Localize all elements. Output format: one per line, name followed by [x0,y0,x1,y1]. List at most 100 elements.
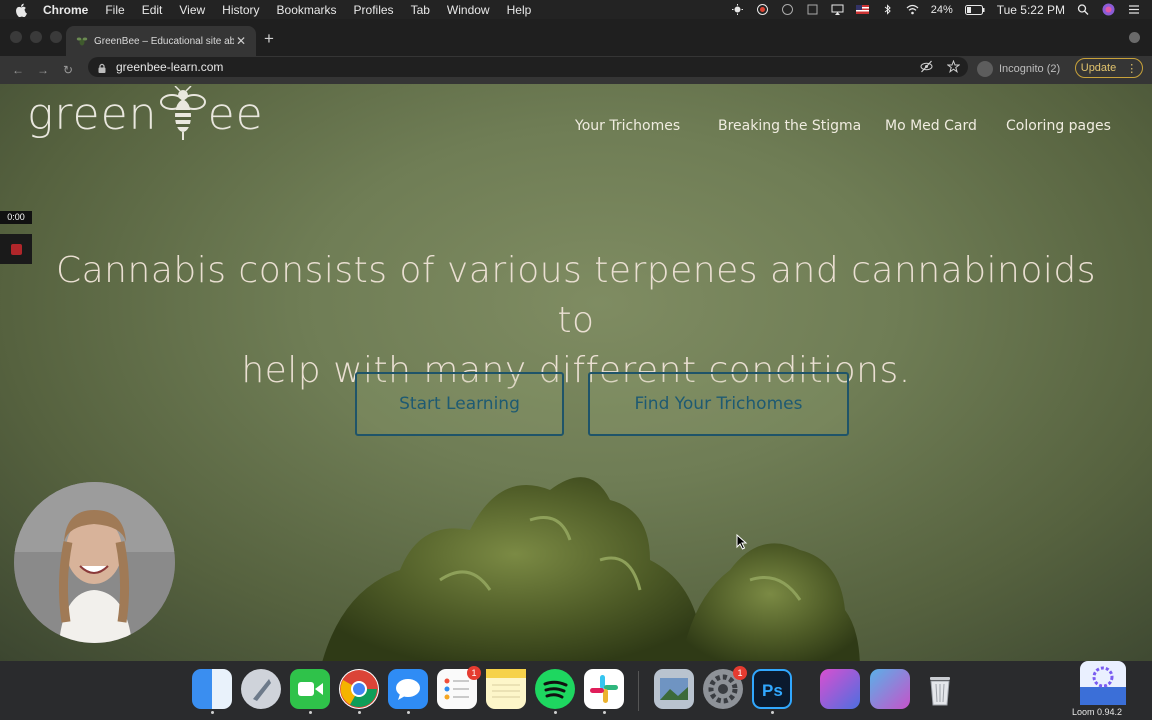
trash-icon[interactable] [920,669,960,709]
forward-icon[interactable]: → [36,63,50,77]
tab-search-icon[interactable] [1129,32,1140,43]
webcam-bubble[interactable] [14,482,175,643]
preview-icon[interactable] [654,669,694,709]
slack-running-dot [603,711,606,714]
chrome-running-dot [358,711,361,714]
recording-timer: 0:00 [0,211,32,224]
find-your-trichomes-button[interactable]: Find Your Trichomes [588,372,849,436]
hero-line-1: Cannabis consists of various terpenes an… [55,250,1096,341]
bee-favicon-icon [76,35,88,47]
dock-separator [638,671,639,711]
flag-us-icon[interactable] [855,4,869,15]
start-learning-button[interactable]: Start Learning [355,372,564,436]
menu-chrome[interactable]: Chrome [43,3,88,17]
apple-icon[interactable] [15,3,29,17]
greenbee-logo[interactable]: green ee [27,86,264,142]
menu-help[interactable]: Help [507,3,532,17]
mouse-cursor-icon [736,534,748,550]
launchpad-icon[interactable] [241,669,281,709]
update-button[interactable]: Update ⋮ [1075,58,1143,78]
new-tab-icon[interactable]: + [264,30,274,47]
menu-window[interactable]: Window [447,3,490,17]
battery-percent: 24% [930,3,953,16]
airplay-icon[interactable] [831,4,844,15]
zoom-window-button[interactable] [50,31,62,43]
hero-line-2: help with many different conditions. [241,350,911,391]
reminders-icon[interactable]: 1 [437,666,481,709]
bluetooth-icon[interactable] [881,4,894,15]
nav-breaking-the-stigma[interactable]: Breaking the Stigma [718,118,861,134]
menu-clock[interactable]: Tue 5:22 PM [997,3,1065,17]
vpn-icon[interactable] [781,4,794,15]
logo-text-left: green [27,88,158,140]
spotify-running-dot [554,711,557,714]
cannabis-buds-image [322,477,860,661]
system-preferences-icon[interactable]: 1 [703,666,747,709]
siri-icon[interactable] [1102,3,1115,16]
loom-recording-controls: 0:00 [0,211,32,266]
system-preferences-badge: 1 [733,666,747,680]
reload-icon[interactable]: ↻ [61,63,75,77]
facetime-running-dot [309,711,312,714]
menu-edit[interactable]: Edit [142,3,163,17]
battery-icon[interactable] [964,4,985,15]
finder-running-dot [211,711,214,714]
display-icon[interactable] [806,4,819,15]
url-text[interactable]: greenbee-learn.com [116,60,223,74]
stop-icon [10,243,22,255]
notes-icon[interactable] [486,669,526,709]
loom-record-icon[interactable] [756,4,769,15]
loom-icon[interactable] [1080,661,1126,705]
downloads-stack-icon[interactable] [820,669,860,709]
messages-icon[interactable] [388,669,428,709]
control-center-icon[interactable] [1127,4,1140,15]
nav-coloring-pages[interactable]: Coloring pages [1006,118,1111,134]
photoshop-running-dot [771,711,774,714]
bee-logo-icon [159,86,206,140]
stop-recording-button[interactable] [0,234,32,264]
presenter-avatar [14,482,175,643]
loom-version-label: Loom 0.94.2 [1072,707,1123,717]
svg-text:Ps: Ps [762,681,783,700]
spotify-icon[interactable] [535,669,575,709]
kebab-menu-icon[interactable]: ⋮ [1126,62,1137,75]
spotlight-icon[interactable] [1077,4,1090,15]
slack-icon[interactable] [584,669,624,709]
documents-stack-icon[interactable] [870,669,910,709]
minimize-window-button[interactable] [30,31,42,43]
menu-profiles[interactable]: Profiles [354,3,394,17]
menu-view[interactable]: View [179,3,205,17]
nav-mo-med-card[interactable]: Mo Med Card [885,118,977,134]
reminders-badge: 1 [467,666,481,680]
close-tab-icon[interactable]: ✕ [234,34,248,48]
tab-title: GreenBee – Educational site ab [94,35,234,47]
tab-strip: GreenBee – Educational site ab ✕ + [0,19,1152,56]
status-area: 24% Tue 5:22 PM [731,0,1152,19]
photoshop-icon[interactable]: Ps [752,669,792,709]
lock-icon[interactable] [96,61,108,73]
bookmark-star-icon[interactable] [946,59,961,78]
eye-slash-icon[interactable] [920,60,933,78]
menu-bar: Chrome File Edit View History Bookmarks … [0,0,1152,19]
address-bar-actions [920,59,961,78]
close-window-button[interactable] [10,31,22,43]
dock: 1 1 Ps [0,661,1152,720]
chrome-icon[interactable] [339,669,379,709]
messages-running-dot [407,711,410,714]
facetime-icon[interactable] [290,669,330,709]
back-icon[interactable]: ← [11,63,25,77]
nav-your-trichomes[interactable]: Your Trichomes [575,118,680,134]
menu-tab[interactable]: Tab [411,3,430,17]
brightness-icon[interactable] [731,4,744,15]
incognito-indicator[interactable]: Incognito (2) [977,61,1060,77]
browser-toolbar: ← → ↻ greenbee-learn.com Incognito (2) U… [0,56,1152,84]
hero-headline: Cannabis consists of various terpenes an… [40,246,1112,396]
wifi-icon[interactable] [906,4,919,15]
menu-history[interactable]: History [222,3,259,17]
menu-file[interactable]: File [105,3,124,17]
address-bar[interactable]: greenbee-learn.com [88,57,968,77]
logo-text-right: ee [207,88,264,140]
finder-icon[interactable] [192,669,232,709]
menu-bookmarks[interactable]: Bookmarks [277,3,337,17]
tab-greenbee[interactable]: GreenBee – Educational site ab ✕ [66,26,256,56]
